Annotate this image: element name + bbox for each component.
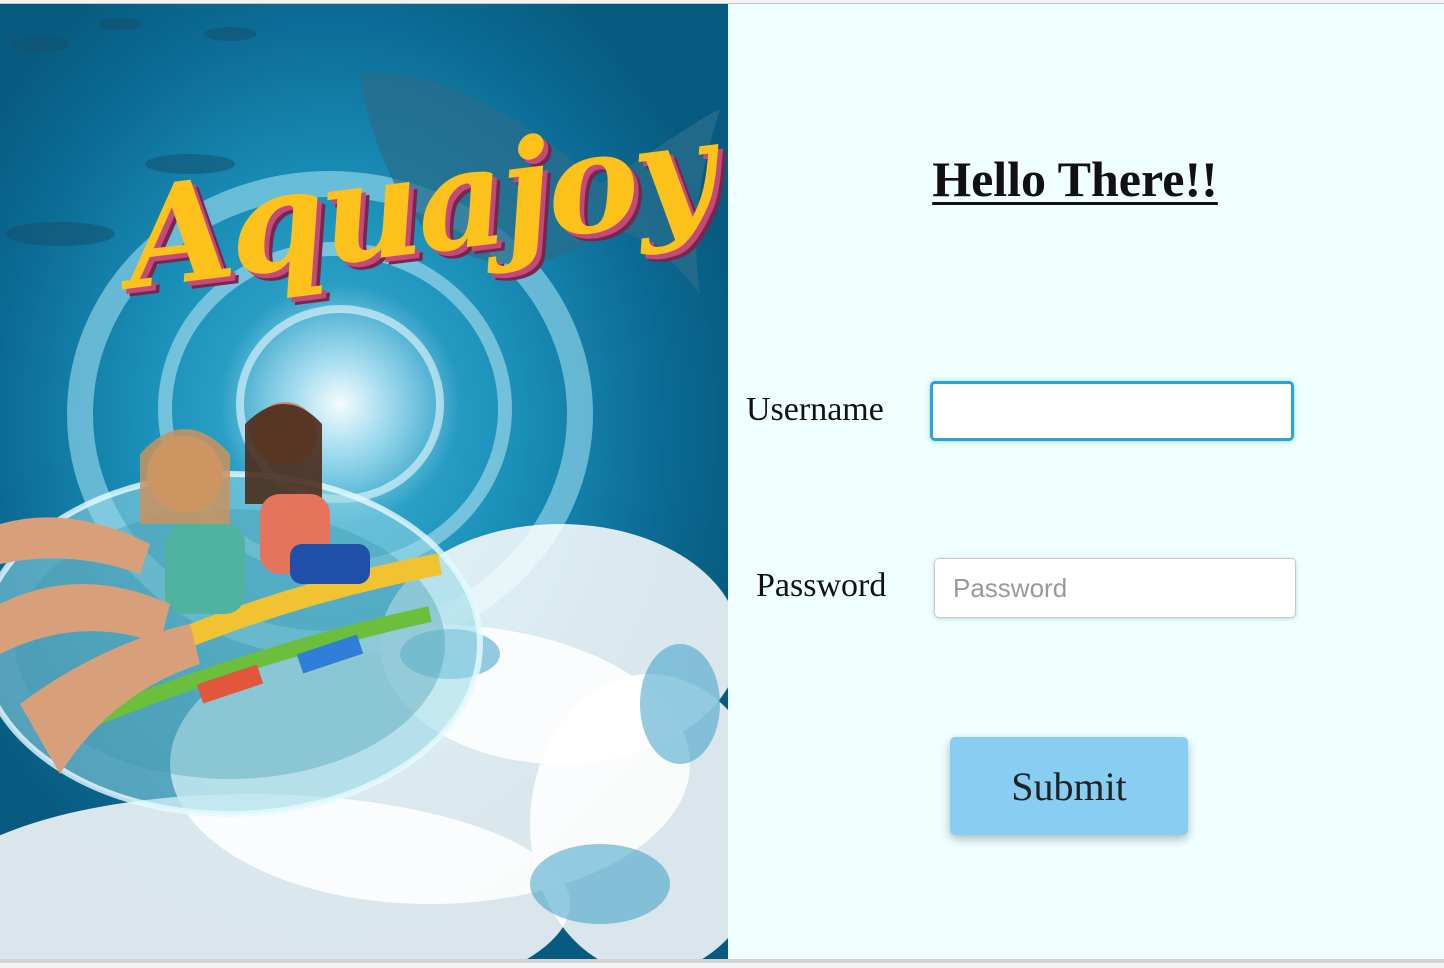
username-input[interactable] (930, 381, 1294, 441)
password-label: Password (756, 567, 887, 604)
username-label: Username (746, 391, 884, 428)
password-input[interactable] (934, 558, 1296, 618)
aquajoy-poster-image: Aquajoy (0, 4, 728, 959)
app-window: Aquajoy Hello There!! Username Password … (0, 3, 1444, 963)
greeting-heading: Hello There!! (932, 151, 1218, 207)
submit-button[interactable]: Submit (950, 737, 1188, 835)
login-panel: Hello There!! Username Password Submit (728, 4, 1444, 959)
